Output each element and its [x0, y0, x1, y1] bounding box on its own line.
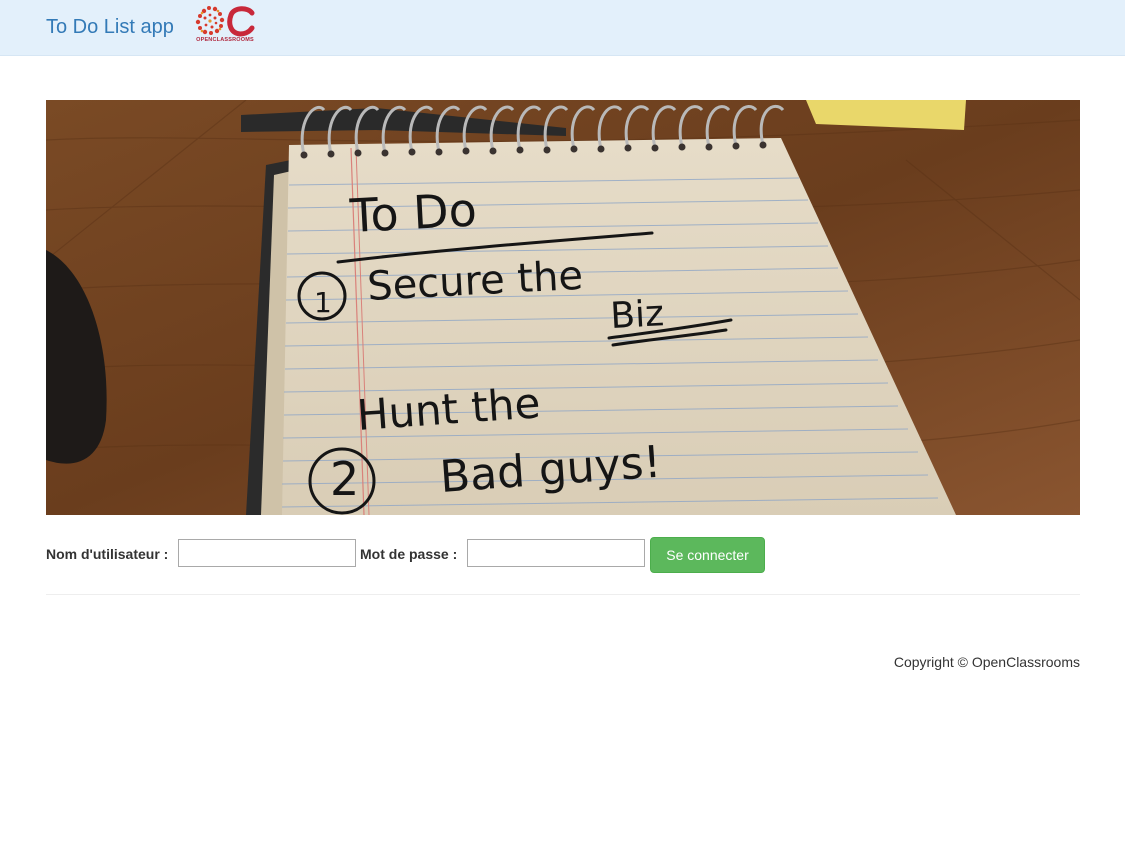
password-label: Mot de passe :: [360, 546, 458, 562]
hero-image: To Do 1 Secure the Biz Hunt the 2 Bad gu…: [46, 100, 1080, 515]
username-input[interactable]: [178, 539, 356, 567]
note-title: To Do: [348, 182, 478, 243]
login-form: Nom d'utilisateur : Mot de passe : Se co…: [46, 537, 1080, 573]
login-button[interactable]: Se connecter: [650, 537, 765, 573]
note-item2-number: 2: [330, 452, 359, 506]
navbar: To Do List app OPENCLASSROOMS: [0, 0, 1125, 56]
username-label: Nom d'utilisateur :: [46, 546, 169, 562]
footer-divider: [46, 594, 1080, 595]
copyright-text: Copyright © OpenClassrooms: [893, 654, 1080, 670]
todo-notepad-illustration: To Do 1 Secure the Biz Hunt the 2 Bad gu…: [46, 100, 1080, 515]
note-item1-number: 1: [314, 286, 332, 319]
brand-link[interactable]: To Do List app: [46, 16, 174, 39]
oc-logo-mark: [195, 6, 255, 37]
openclassrooms-logo[interactable]: OPENCLASSROOMS: [194, 3, 256, 45]
logo-wordmark: OPENCLASSROOMS: [196, 37, 254, 43]
password-input[interactable]: [467, 539, 645, 567]
